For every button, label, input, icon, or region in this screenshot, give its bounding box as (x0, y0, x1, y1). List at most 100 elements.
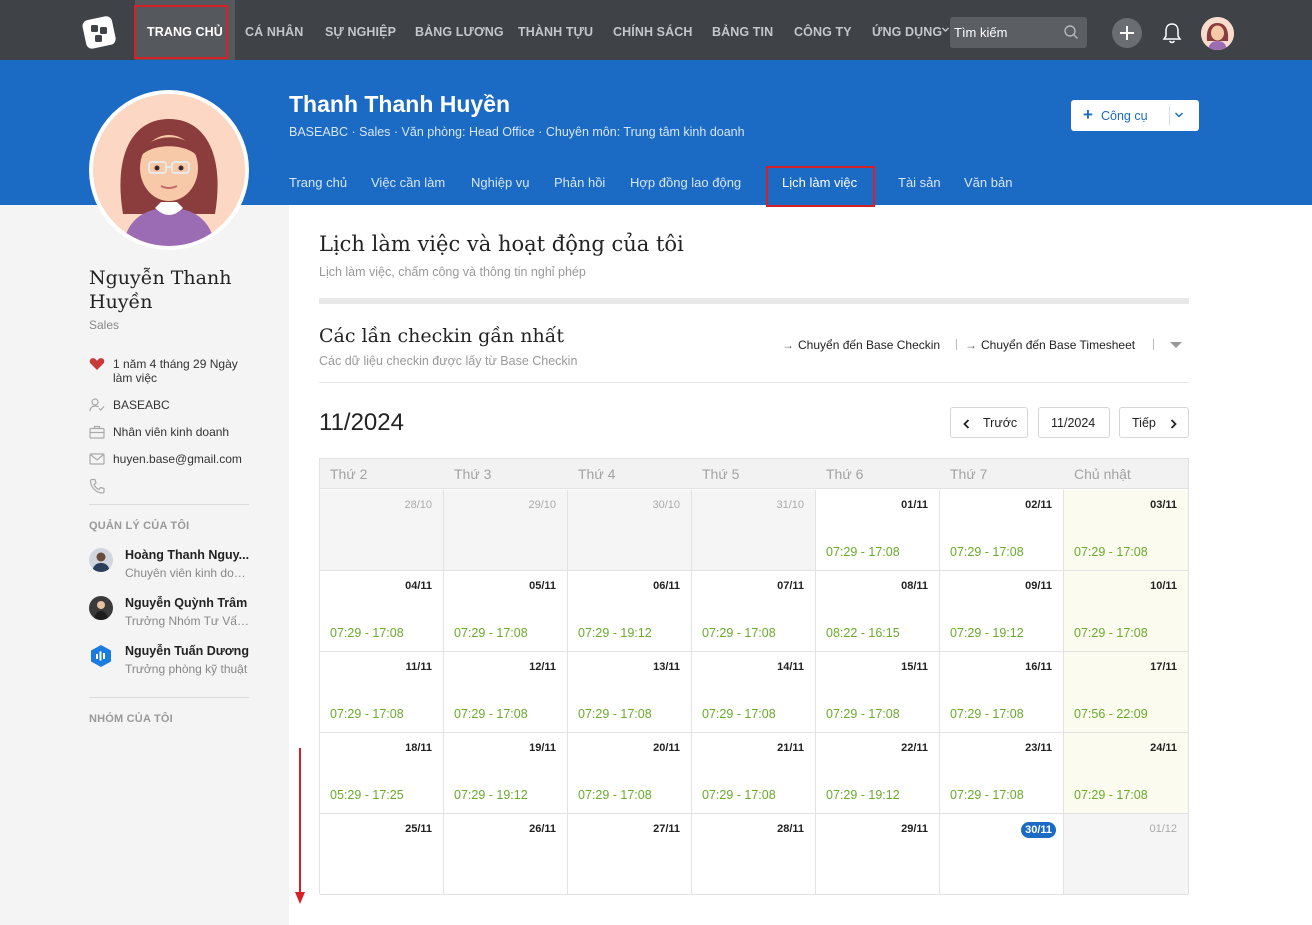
weekday-label: Thứ 4 (578, 466, 616, 482)
calendar-date: 10/11 (1150, 580, 1177, 592)
caret-down-icon[interactable] (1170, 342, 1182, 349)
bell-icon[interactable] (1161, 21, 1183, 45)
link-base-timesheet[interactable]: → Chuyển đến Base Timesheet (965, 338, 1135, 352)
manager-item[interactable]: Nguyễn Tuấn Dương Trưởng phòng kỹ thuật (89, 644, 259, 680)
calendar-day-cell[interactable]: 13/11 07:29 - 17:08 (568, 652, 692, 733)
calendar-day-cell[interactable]: 24/11 07:29 - 17:08 (1064, 733, 1188, 814)
nav-bang-tin[interactable]: BẢNG TIN (712, 0, 773, 60)
calendar-day-cell[interactable]: 18/11 05:29 - 17:25 (320, 733, 444, 814)
checkin-time-range: 07:29 - 17:08 (578, 707, 652, 721)
email-text[interactable]: huyen.base@gmail.com (113, 452, 242, 466)
section-divider (319, 298, 1189, 304)
tools-button[interactable]: + Công cụ (1071, 100, 1199, 131)
nav-ca-nhan[interactable]: CÁ NHÂN (245, 0, 303, 60)
calendar-day-cell[interactable]: 06/11 07:29 - 19:12 (568, 571, 692, 652)
manager-item[interactable]: Nguyễn Quỳnh Trâm Trưởng Nhóm Tư Vấn... (89, 596, 259, 632)
calendar-day-cell[interactable]: 29/11 (816, 814, 940, 895)
calendar-weekday-header: Thứ 2 Thứ 3 Thứ 4 Thứ 5 Thứ 6 Thứ 7 Chủ … (320, 459, 1188, 489)
nav-trang-chu[interactable]: TRANG CHỦ (135, 0, 235, 60)
sidebar-divider (89, 697, 249, 698)
current-month-button[interactable]: 11/2024 (1038, 407, 1110, 438)
prev-month-button[interactable]: Trước (950, 407, 1028, 438)
calendar-day-cell[interactable]: 21/11 07:29 - 17:08 (692, 733, 816, 814)
calendar-day-cell[interactable]: 28/10 (320, 490, 444, 571)
chevron-down-icon[interactable] (1174, 111, 1184, 119)
tools-button-label: Công cụ (1101, 109, 1148, 123)
calendar-day-cell[interactable]: 05/11 07:29 - 17:08 (444, 571, 568, 652)
tab-trang-chu[interactable]: Trang chủ (289, 175, 347, 190)
nav-cong-ty[interactable]: CÔNG TY (794, 0, 852, 60)
app-logo-icon[interactable] (82, 15, 118, 49)
chevron-down-icon[interactable] (942, 26, 949, 33)
tab-lich-lam-viec[interactable]: Lịch làm việc (782, 175, 857, 190)
manager-avatar (89, 644, 113, 668)
nav-chinh-sach[interactable]: CHÍNH SÁCH (613, 0, 692, 60)
calendar-day-cell[interactable]: 17/11 07:56 - 22:09 (1064, 652, 1188, 733)
tab-hop-dong-lao-dong[interactable]: Hợp đồng lao động (630, 175, 741, 190)
search-input[interactable]: Tìm kiếm (954, 25, 1007, 40)
calendar-day-cell[interactable]: 08/11 08:22 - 16:15 (816, 571, 940, 652)
calendar-date: 04/11 (405, 580, 432, 592)
calendar-date: 20/11 (653, 742, 680, 754)
calendar-date: 17/11 (1150, 661, 1177, 673)
calendar-date: 05/11 (529, 580, 556, 592)
create-button[interactable] (1112, 18, 1142, 48)
next-month-button[interactable]: Tiếp (1119, 407, 1189, 438)
calendar-day-cell[interactable]: 15/11 07:29 - 17:08 (816, 652, 940, 733)
link-base-checkin[interactable]: → Chuyển đến Base Checkin (782, 338, 940, 352)
calendar-day-cell[interactable]: 23/11 07:29 - 17:08 (940, 733, 1064, 814)
calendar-day-cell[interactable]: 01/11 07:29 - 17:08 (816, 490, 940, 571)
calendar-day-cell[interactable]: 28/11 (692, 814, 816, 895)
tab-nghiep-vu[interactable]: Nghiệp vụ (471, 175, 530, 190)
calendar-day-cell[interactable]: 26/11 (444, 814, 568, 895)
link-separator (956, 339, 957, 350)
calendar-day-cell[interactable]: 11/11 07:29 - 17:08 (320, 652, 444, 733)
search-box[interactable]: Tìm kiếm (950, 17, 1087, 48)
calendar-day-cell[interactable]: 22/11 07:29 - 19:12 (816, 733, 940, 814)
nav-ung-dung[interactable]: ỨNG DỤNG (872, 0, 942, 60)
nav-su-nghiep[interactable]: SỰ NGHIỆP (325, 0, 396, 60)
arrow-right-icon: → (965, 338, 977, 352)
calendar-day-cell[interactable]: 19/11 07:29 - 19:12 (444, 733, 568, 814)
calendar-day-cell[interactable]: 10/11 07:29 - 17:08 (1064, 571, 1188, 652)
profile-avatar[interactable] (89, 90, 249, 250)
calendar-day-cell[interactable]: 09/11 07:29 - 19:12 (940, 571, 1064, 652)
calendar-day-cell[interactable]: 14/11 07:29 - 17:08 (692, 652, 816, 733)
calendar-day-cell[interactable]: 20/11 07:29 - 17:08 (568, 733, 692, 814)
calendar-day-cell[interactable]: 07/11 07:29 - 17:08 (692, 571, 816, 652)
calendar-day-cell[interactable]: 03/11 07:29 - 17:08 (1064, 490, 1188, 571)
search-icon[interactable] (1063, 24, 1079, 40)
tab-van-ban[interactable]: Văn bản (964, 175, 1012, 190)
calendar-day-cell[interactable]: 31/10 (692, 490, 816, 571)
calendar-day-cell[interactable]: 25/11 (320, 814, 444, 895)
calendar-date: 01/12 (1149, 823, 1177, 835)
calendar-day-cell[interactable]: 02/11 07:29 - 17:08 (940, 490, 1064, 571)
calendar-day-cell[interactable]: 01/12 (1064, 814, 1188, 895)
calendar-date: 29/11 (901, 823, 928, 835)
calendar-day-cell[interactable]: 12/11 07:29 - 17:08 (444, 652, 568, 733)
calendar-date: 29/10 (528, 499, 556, 511)
tab-viec-can-lam[interactable]: Việc cần làm (371, 175, 445, 190)
checkin-time-range: 07:29 - 17:08 (702, 788, 776, 802)
checkin-title: Các lần checkin gần nhất (319, 325, 565, 347)
top-navbar: TRANG CHỦ CÁ NHÂN SỰ NGHIỆP BẢNG LƯƠNG T… (0, 0, 1312, 60)
calendar-day-cell[interactable]: 16/11 07:29 - 17:08 (940, 652, 1064, 733)
weekday-label: Thứ 6 (826, 466, 864, 482)
calendar-day-cell[interactable]: 04/11 07:29 - 17:08 (320, 571, 444, 652)
tools-divider (1169, 106, 1170, 125)
tab-phan-hoi[interactable]: Phản hồi (554, 175, 605, 190)
calendar-day-cell[interactable]: 29/10 (444, 490, 568, 571)
nav-thanh-tuu[interactable]: THÀNH TỰU (518, 0, 593, 60)
checkin-time-range: 07:29 - 17:08 (826, 545, 900, 559)
calendar-day-cell[interactable]: 27/11 (568, 814, 692, 895)
sidebar-divider (89, 504, 249, 505)
calendar-day-cell[interactable]: 30/11 (940, 814, 1064, 895)
weekday-label: Thứ 5 (702, 466, 740, 482)
calendar-day-cell[interactable]: 30/10 (568, 490, 692, 571)
manager-avatar (89, 596, 113, 620)
tab-tai-san[interactable]: Tài sản (898, 175, 941, 190)
user-avatar[interactable] (1201, 17, 1234, 50)
nav-bang-luong[interactable]: BẢNG LƯƠNG (415, 0, 504, 60)
manager-item[interactable]: Hoàng Thanh Nguy... Chuyên viên kinh doa… (89, 548, 259, 584)
checkin-time-range: 07:29 - 19:12 (950, 626, 1024, 640)
